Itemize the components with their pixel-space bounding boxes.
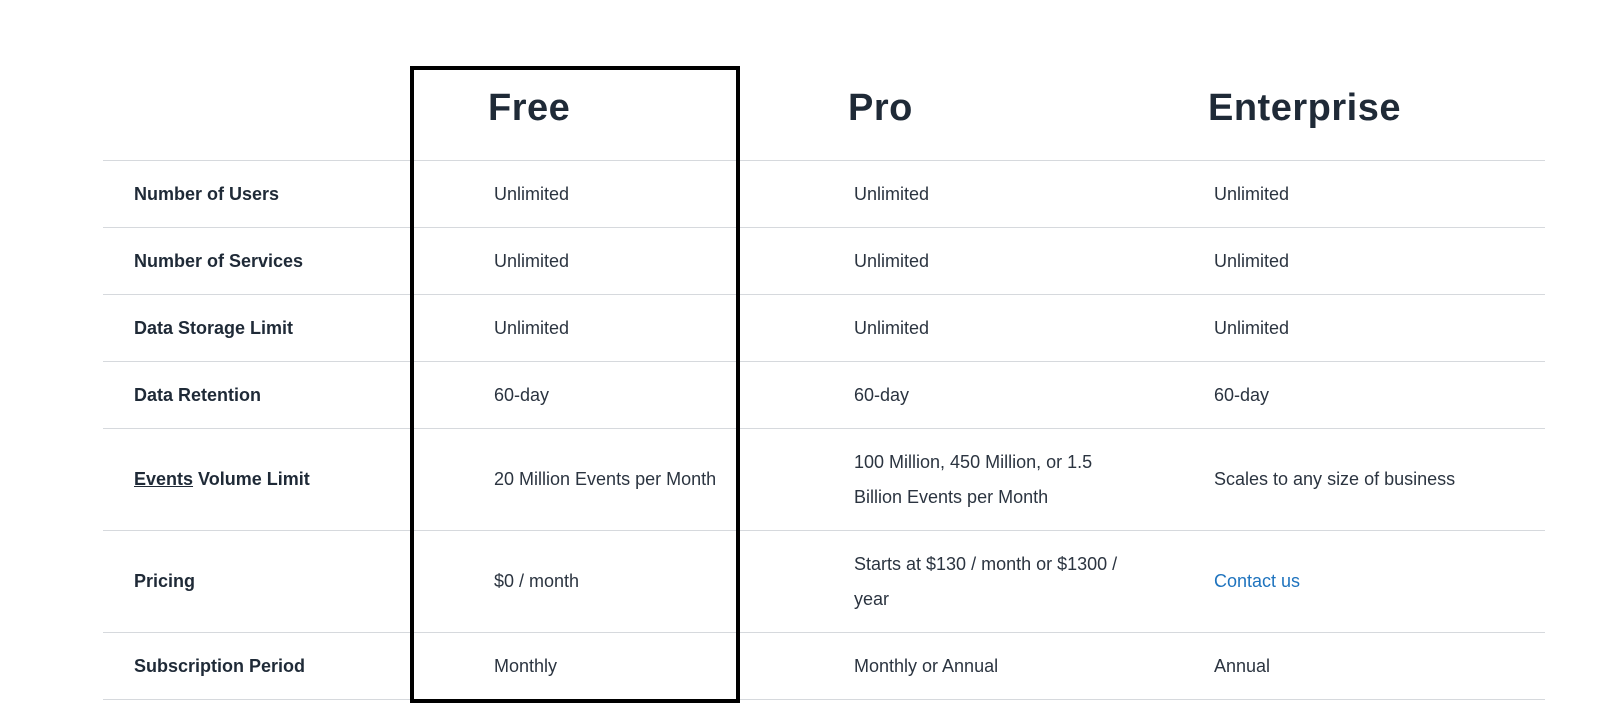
row-label: Number of Services: [134, 250, 304, 271]
cell-pro: Unlimited: [854, 183, 930, 204]
pricing-comparison-table: Free Pro Enterprise Number of Users Unli…: [103, 66, 1545, 700]
cell-pro: Starts at $130 / month or $1300 / year: [854, 553, 1118, 609]
table-row-pricing: Pricing $0 / month Starts at $130 / mont…: [103, 530, 1545, 632]
table-row-number-of-users: Number of Users Unlimited Unlimited Unli…: [103, 160, 1545, 227]
table-row-data-retention: Data Retention 60-day 60-day 60-day: [103, 361, 1545, 428]
table-row-data-storage-limit: Data Storage Limit Unlimited Unlimited U…: [103, 294, 1545, 361]
cell-enterprise: 60-day: [1214, 384, 1270, 405]
cell-pro: 60-day: [854, 384, 910, 405]
events-link[interactable]: Events: [134, 469, 193, 489]
cell-enterprise: Unlimited: [1214, 183, 1290, 204]
cell-enterprise: Unlimited: [1214, 250, 1290, 271]
cell-pro: Unlimited: [854, 317, 930, 338]
cell-enterprise: Unlimited: [1214, 317, 1290, 338]
cell-pro: Unlimited: [854, 250, 930, 271]
row-label: Data Storage Limit: [134, 317, 294, 338]
row-label-rest: Volume Limit: [193, 469, 310, 489]
table-row-subscription-period: Subscription Period Monthly Monthly or A…: [103, 632, 1545, 700]
row-label: Events Volume Limit: [134, 462, 310, 497]
table-row-number-of-services: Number of Services Unlimited Unlimited U…: [103, 227, 1545, 294]
row-label: Pricing: [134, 571, 196, 591]
cell-enterprise: Scales to any size of business: [1214, 469, 1456, 489]
cell-pro: 100 Million, 450 Million, or 1.5 Billion…: [854, 451, 1093, 507]
row-label: Number of Users: [134, 183, 280, 204]
plan-title-pro: Pro: [848, 87, 913, 129]
cell-pro: Monthly or Annual: [854, 655, 999, 676]
contact-us-link[interactable]: Contact us: [1214, 564, 1514, 599]
cell-enterprise: Annual: [1214, 655, 1271, 676]
free-column-highlight: [410, 66, 740, 703]
row-label: Data Retention: [134, 384, 262, 405]
plan-title-enterprise: Enterprise: [1208, 87, 1401, 129]
row-label: Subscription Period: [134, 655, 306, 676]
plan-header-row: Free Pro Enterprise: [103, 66, 1545, 160]
table-row-events-volume-limit: Events Volume Limit 20 Million Events pe…: [103, 428, 1545, 530]
